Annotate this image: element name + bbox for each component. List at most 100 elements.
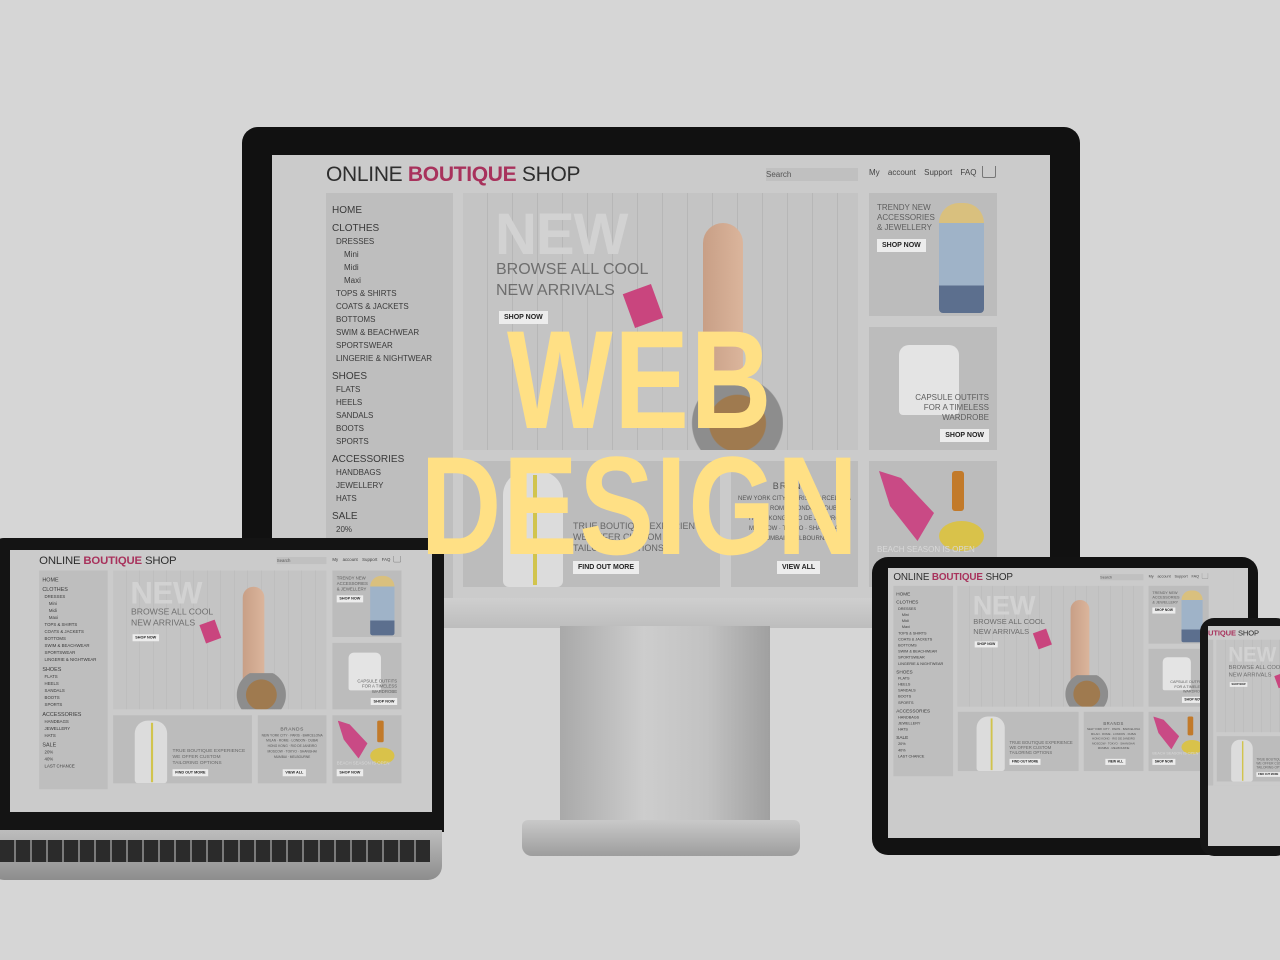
header-links: My account Support FAQ: [869, 168, 976, 177]
shop-now-button[interactable]: SHOP NOW: [974, 641, 998, 648]
measuring-tape: [1241, 741, 1244, 781]
logo-text: SHOP: [516, 163, 581, 186]
shop-now-button[interactable]: SHOP NOW: [1152, 607, 1176, 614]
nav-accessories[interactable]: ACCESSORIES: [42, 711, 107, 718]
hero-line: NEW ARRIVALS: [1228, 671, 1272, 678]
find-out-more-button[interactable]: FIND OUT MORE: [172, 769, 209, 777]
card-text: TRUE BOUTIQUE EXPERIENCEWE OFFER CUSTOMT…: [1009, 740, 1072, 756]
brands-title: BRANDS: [1103, 721, 1124, 726]
tailoring-card[interactable]: TRUE BOUTIQUE EXPERIENCEWE OFFER CUSTOMT…: [1216, 736, 1280, 782]
tailoring-card[interactable]: TRUE BOUTIQUE EXPERIENCEWE OFFER CUSTOMT…: [113, 715, 252, 784]
capsule-card[interactable]: CAPSULE OUTFITS FOR A TIMELESS WARDROBE SH…: [332, 642, 402, 710]
nav-item[interactable]: SWIM & BEACHWEAR: [42, 642, 107, 649]
measuring-tape: [150, 722, 154, 783]
monitor-base: [522, 820, 800, 856]
shop-now-button[interactable]: SHOP NOW: [336, 769, 364, 777]
support-link[interactable]: Support: [1175, 574, 1188, 578]
nav-item[interactable]: BOOTS: [42, 694, 107, 701]
card-line: TAILORING OPTIONS: [172, 759, 222, 765]
nav-item[interactable]: SANDALS: [42, 687, 107, 694]
nav-sale[interactable]: SALE: [42, 742, 107, 749]
nav-maxi[interactable]: Maxi: [42, 614, 107, 621]
shop-now-button[interactable]: SHOP NOW: [1229, 682, 1248, 687]
view-all-button[interactable]: VIEW ALL: [1105, 758, 1126, 765]
hero-line: NEW ARRIVALS: [130, 618, 196, 628]
accessories-card[interactable]: TRENDY NEW ACCESSORIES & JEWELLERY SHOP NO…: [332, 570, 402, 637]
nav-item[interactable]: SPORTS: [1208, 727, 1213, 732]
logo-text: ONLINE: [326, 163, 408, 186]
hero-tagline: BROWSE ALL COOL NEW ARRIVALS: [973, 617, 1053, 637]
tailoring-card[interactable]: TRUE BOUTIQUE EXPERIENCEWE OFFER CUSTOMT…: [957, 711, 1079, 772]
support-link[interactable]: Support: [924, 168, 952, 177]
cart-icon[interactable]: [982, 166, 996, 178]
shop-now-button[interactable]: SHOP NOW: [336, 595, 364, 603]
nav-item[interactable]: BOTTOMS: [42, 635, 107, 642]
hero-banner: NEW BROWSE ALL COOL NEW ARRIVALS SHOP NOW: [1216, 639, 1280, 733]
beach-card[interactable]: BEACH SEASON IS OPEN SHOP NOW: [332, 715, 402, 784]
shop-now-button[interactable]: SHOP NOW: [132, 634, 159, 642]
nav-item[interactable]: SPORTS: [42, 701, 107, 708]
shop-now-button[interactable]: SHOP NOW: [1152, 758, 1176, 765]
hero-tagline: BROWSE ALL COOL NEW ARRIVALS: [131, 606, 223, 629]
nav-home[interactable]: HOME: [332, 204, 453, 217]
nav-item[interactable]: HATS: [42, 732, 107, 739]
nav-maxi[interactable]: Maxi: [332, 274, 453, 287]
shop-now-button[interactable]: SHOP NOW: [877, 239, 926, 252]
nav-dresses[interactable]: DRESSES: [42, 593, 107, 600]
cart-icon[interactable]: [1201, 573, 1209, 579]
nav-home[interactable]: HOME: [1208, 644, 1213, 649]
nav-midi[interactable]: Midi: [42, 607, 107, 614]
nav-clothes[interactable]: CLOTHES: [42, 586, 107, 593]
nav-mini[interactable]: Mini: [332, 248, 453, 261]
accessories-card[interactable]: TRENDY NEW ACCESSORIES & JEWELLERY SHOP NO…: [869, 193, 997, 316]
hero-tagline: BROWSE ALL COOL NEW ARRIVALS: [496, 259, 666, 301]
faq-link[interactable]: FAQ: [1192, 574, 1200, 578]
faq-link[interactable]: FAQ: [960, 168, 976, 177]
view-all-button[interactable]: VIEW ALL: [282, 769, 307, 777]
nav-item[interactable]: HANDBAGS: [42, 718, 107, 725]
nav-item[interactable]: COATS & JACKETS: [42, 628, 107, 635]
nav-item[interactable]: 20%: [42, 749, 107, 756]
nav-dresses[interactable]: DRESSES: [332, 235, 453, 248]
nav-item[interactable]: LAST CHANCE: [1208, 768, 1213, 773]
nav-item[interactable]: LAST CHANCE: [42, 763, 107, 770]
site-logo[interactable]: ONLINE BOUTIQUE SHOP: [1208, 629, 1259, 638]
find-out-more-button[interactable]: FIND OUT MORE: [1009, 758, 1041, 765]
search-input[interactable]: Search: [766, 168, 858, 181]
nav-item[interactable]: FLATS: [42, 673, 107, 680]
nav-clothes[interactable]: CLOTHES: [332, 222, 453, 235]
card-line: WARDROBE: [371, 689, 398, 695]
nav-item[interactable]: JEWELLERY: [42, 725, 107, 732]
category-sidebar: HOME CLOTHES DRESSES Mini Midi Maxi TOPS…: [39, 570, 108, 790]
nav-home[interactable]: HOME: [42, 576, 107, 583]
my-account-link[interactable]: My account: [869, 168, 916, 177]
hero-line: BROWSE ALL COOL: [1228, 664, 1280, 671]
site-logo[interactable]: ONLINE BOUTIQUE SHOP: [326, 163, 581, 187]
nav-midi[interactable]: Midi: [332, 261, 453, 274]
card-line: ACCESSORIES: [877, 213, 935, 222]
nav-item[interactable]: TOPS & SHIRTS: [332, 287, 453, 300]
shop-now-button[interactable]: SHOP NOW: [370, 697, 398, 705]
nav-item[interactable]: LINGERIE & NIGHTWEAR: [42, 656, 107, 663]
hero-photo-model: [1047, 675, 1109, 707]
nav-item[interactable]: TOPS & SHIRTS: [42, 621, 107, 628]
card-line: & JEWELLERY: [877, 223, 932, 232]
nav-item[interactable]: LINGERIE & NIGHTWEAR: [1208, 697, 1213, 702]
nav-item[interactable]: LAST CHANCE: [896, 753, 953, 759]
sunscreen-photo: [377, 720, 384, 743]
laptop-keyboard: [0, 840, 430, 862]
nav-item[interactable]: HATS: [1208, 747, 1213, 752]
hero-new-text: NEW: [495, 202, 628, 267]
nav-item[interactable]: SPORTS: [896, 700, 953, 706]
nav-item[interactable]: HEELS: [42, 680, 107, 687]
brands-card[interactable]: BRANDS NEW YORK CITY · PARIS · BARCELONA…: [257, 715, 327, 784]
nav-home[interactable]: HOME: [896, 591, 953, 597]
find-out-more-button[interactable]: FIND OUT MORE: [1256, 772, 1280, 777]
nav-item[interactable]: 40%: [42, 756, 107, 763]
nav-shoes[interactable]: SHOES: [42, 666, 107, 673]
nav-item[interactable]: HATS: [896, 726, 953, 732]
nav-mini[interactable]: Mini: [42, 600, 107, 607]
brands-card[interactable]: BRANDS NEW YORK CITY · PARIS · BARCELONA…: [1083, 711, 1144, 772]
nav-item[interactable]: LINGERIE & NIGHTWEAR: [896, 661, 953, 667]
nav-item[interactable]: SPORTSWEAR: [42, 649, 107, 656]
